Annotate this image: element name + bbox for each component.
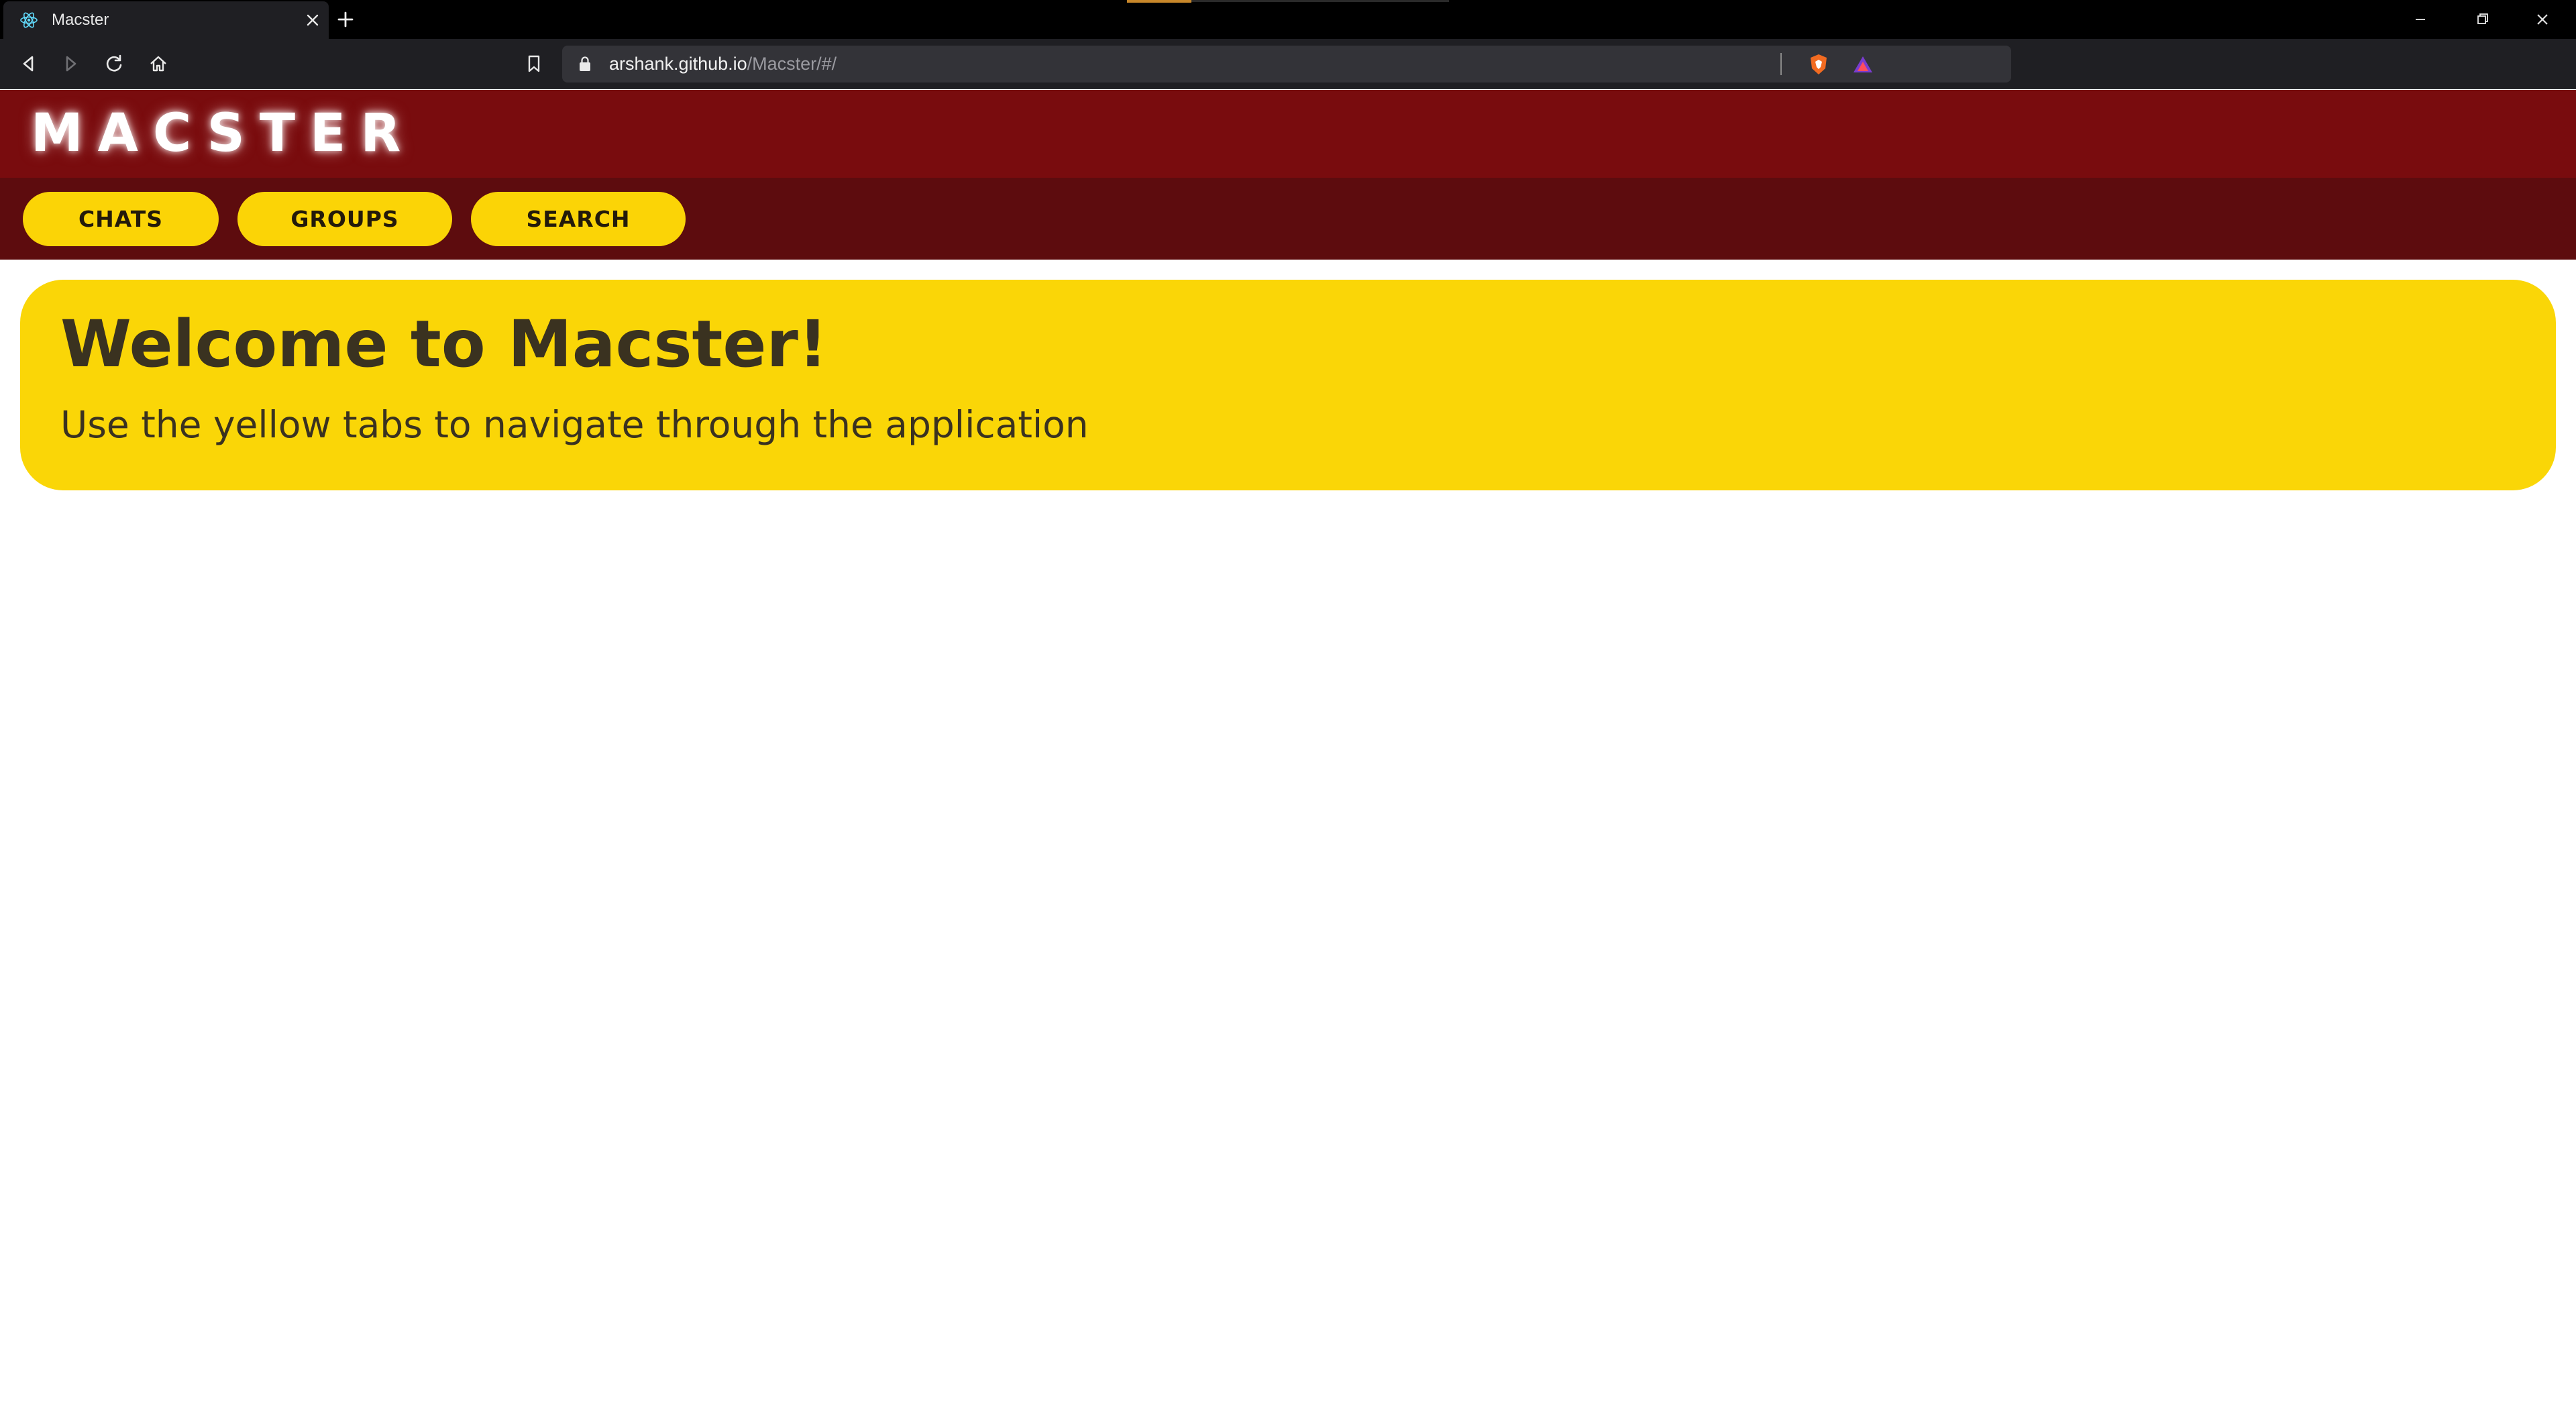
loading-track [1191,0,1449,2]
reload-icon[interactable] [101,50,127,77]
app-header: MACSTER [0,90,2576,178]
forward-icon[interactable] [58,50,85,77]
new-tab-icon[interactable] [335,9,356,30]
minimize-window-icon[interactable] [2407,7,2434,32]
app-nav-bar: CHATS GROUPS SEARCH [0,178,2576,260]
brave-rewards-icon[interactable] [1851,54,1874,75]
bookmark-icon[interactable] [521,50,547,77]
browser-tab[interactable]: Macster [3,1,329,39]
welcome-subtitle: Use the yellow tabs to navigate through … [60,403,1089,446]
url-host: arshank.github.io [609,54,747,74]
welcome-title: Welcome to Macster! [60,307,828,382]
tab-search[interactable]: SEARCH [471,192,686,246]
react-atom-icon [20,12,38,28]
close-window-icon[interactable] [2529,7,2556,32]
tab-chats[interactable]: CHATS [23,192,219,246]
loading-indicator [1127,0,1191,3]
restore-window-icon[interactable] [2469,7,2496,32]
back-icon[interactable] [15,50,42,77]
lock-icon[interactable] [577,55,593,72]
address-bar[interactable]: arshank.github.io/Macster/#/ [562,46,2011,83]
browser-title-bar: Macster [0,0,2576,39]
url-path: /Macster/#/ [747,54,837,74]
address-bar-divider [1780,53,1782,75]
tab-title: Macster [52,11,109,29]
brave-shields-icon[interactable] [1807,52,1830,76]
close-tab-icon[interactable] [304,11,321,29]
home-icon[interactable] [145,50,172,77]
welcome-card: Welcome to Macster! Use the yellow tabs … [20,280,2556,490]
app-logo: MACSTER [31,103,416,164]
url-text[interactable]: arshank.github.io/Macster/#/ [609,46,837,83]
tab-groups[interactable]: GROUPS [237,192,452,246]
